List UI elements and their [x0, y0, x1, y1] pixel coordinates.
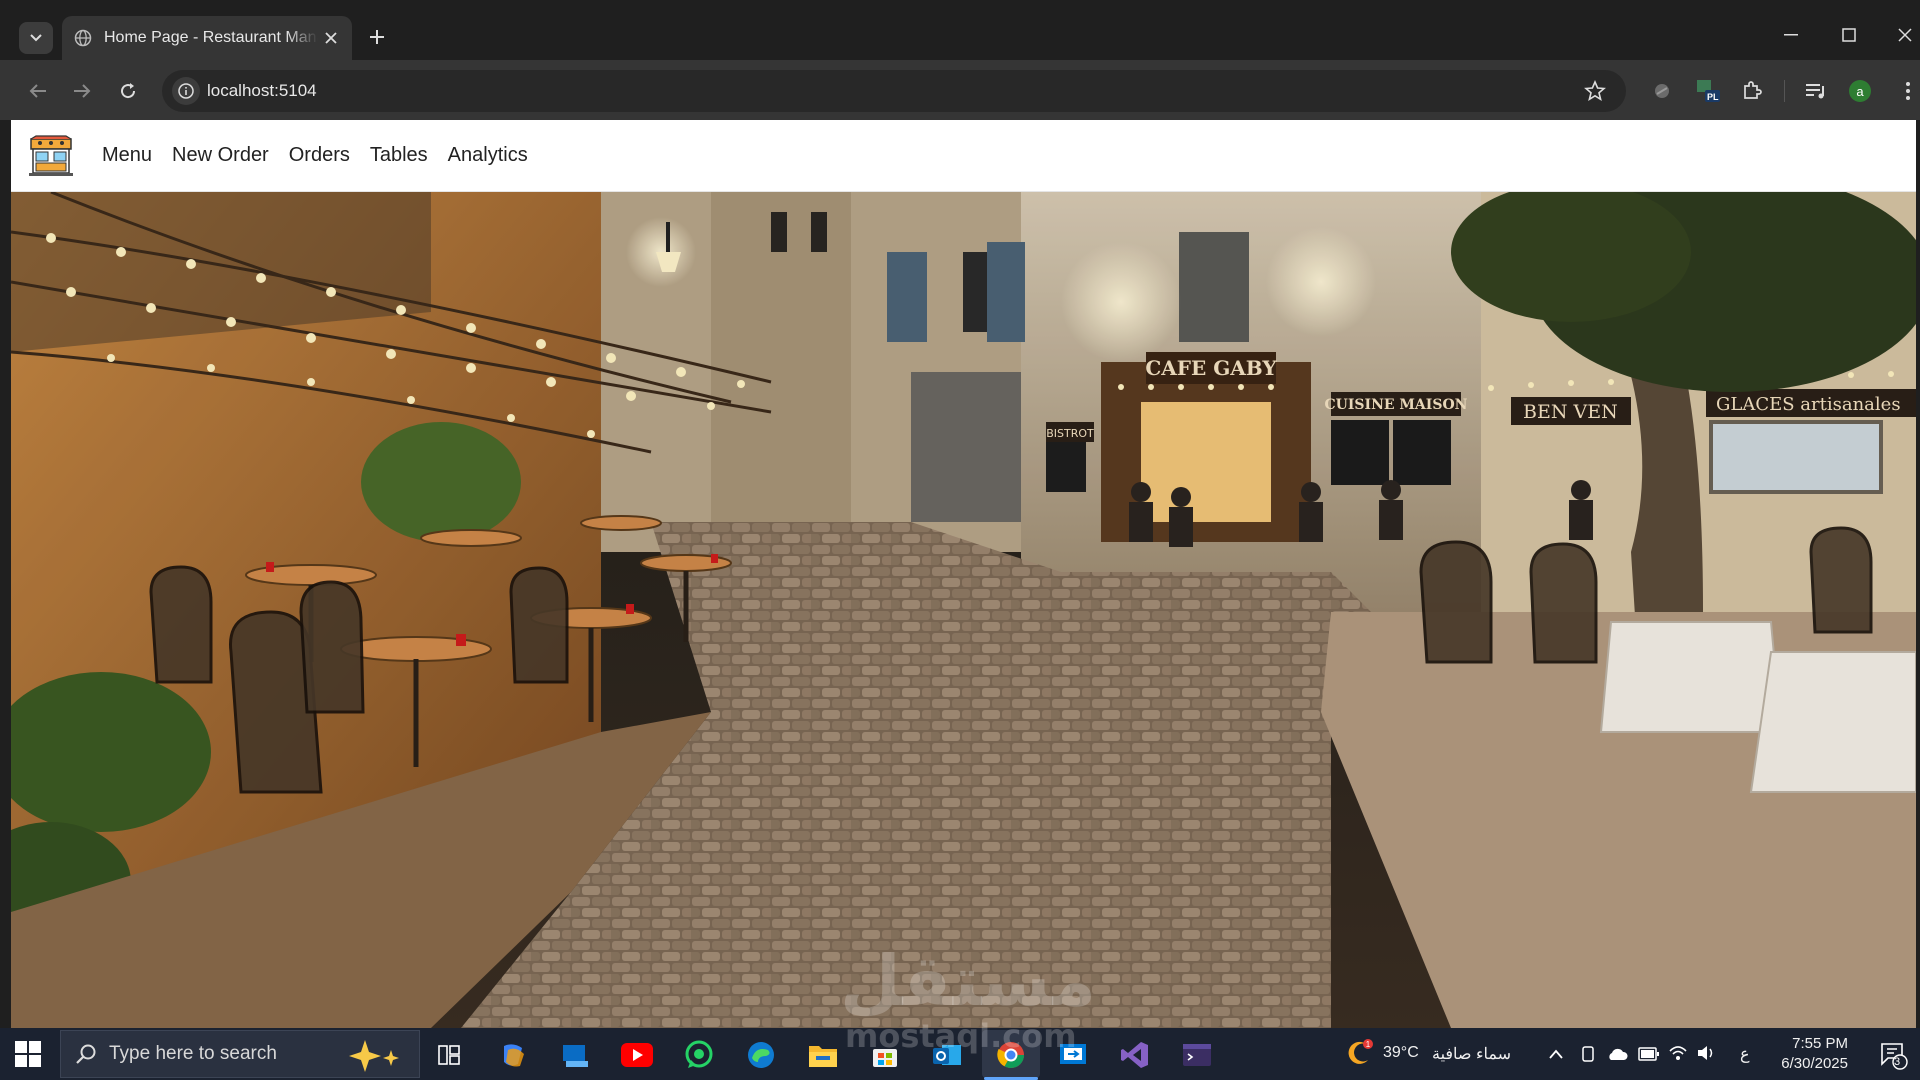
- chevron-up-icon[interactable]: [1548, 1048, 1564, 1060]
- globe-icon: [74, 29, 92, 47]
- weather-moon-icon[interactable]: 1: [1346, 1038, 1374, 1066]
- tab-title: Home Page - Restaurant Management: [104, 29, 318, 46]
- minimize-icon: [1784, 34, 1798, 36]
- back-button[interactable]: [22, 75, 54, 107]
- address-bar[interactable]: localhost:5104: [162, 70, 1626, 112]
- reload-button[interactable]: [112, 75, 144, 107]
- visual-studio-icon[interactable]: [1118, 1038, 1152, 1072]
- chevron-down-icon: [30, 34, 42, 42]
- nav-link-new-order[interactable]: New Order: [172, 144, 269, 167]
- whatsapp-app-icon[interactable]: [682, 1038, 716, 1072]
- nav-link-orders[interactable]: Orders: [289, 144, 350, 167]
- microsoft-store-icon[interactable]: [868, 1038, 902, 1072]
- browser-tabstrip: Home Page - Restaurant Management: [0, 0, 1920, 60]
- outlook-app-icon[interactable]: [930, 1038, 964, 1072]
- media-control-icon[interactable]: [1803, 78, 1829, 104]
- site-navbar: Menu New Order Orders Tables Analytics: [11, 120, 1916, 192]
- copilot-sparkle-icon: [349, 1040, 399, 1072]
- nav-link-menu[interactable]: Menu: [102, 144, 152, 167]
- extensions-puzzle-icon[interactable]: [1739, 78, 1765, 104]
- browser-menu-icon[interactable]: [1895, 78, 1920, 104]
- browser-toolbar: localhost:5104 PL a: [0, 60, 1920, 120]
- youtube-app-icon[interactable]: [620, 1038, 654, 1072]
- chrome-app-icon[interactable]: [984, 1038, 1038, 1080]
- terminal-app-icon[interactable]: [1180, 1038, 1214, 1072]
- browser-tab-active[interactable]: Home Page - Restaurant Management: [62, 16, 352, 60]
- battery-icon[interactable]: [1638, 1047, 1660, 1061]
- copilot-app-icon[interactable]: [496, 1038, 530, 1072]
- maximize-button[interactable]: [1834, 20, 1864, 50]
- device-icon[interactable]: [1580, 1045, 1596, 1063]
- taskbar-search-box[interactable]: Type here to search: [60, 1030, 420, 1078]
- weather-temperature[interactable]: 39°C: [1383, 1044, 1419, 1062]
- nav-link-tables[interactable]: Tables: [370, 144, 428, 167]
- svg-text:PL: PL: [1707, 92, 1719, 102]
- system-clock[interactable]: 7:55 PM 6/30/2025: [1781, 1034, 1848, 1074]
- toolbar-divider: [1784, 80, 1785, 102]
- extension-pl-icon[interactable]: PL: [1695, 78, 1721, 104]
- address-url[interactable]: localhost:5104: [207, 81, 317, 101]
- new-tab-button[interactable]: [364, 24, 390, 50]
- search-icon: [76, 1044, 96, 1064]
- notification-count-badge: 3: [1893, 1056, 1901, 1068]
- input-language-indicator[interactable]: ع: [1740, 1044, 1750, 1064]
- remote-desktop-icon[interactable]: [1056, 1038, 1090, 1072]
- close-window-button[interactable]: [1890, 20, 1920, 50]
- bookmark-star-icon[interactable]: [1584, 80, 1606, 102]
- close-icon: [1898, 28, 1912, 42]
- edge-app-icon[interactable]: [744, 1038, 778, 1072]
- tab-close-icon[interactable]: [322, 29, 340, 47]
- reload-icon: [121, 83, 136, 99]
- forward-button[interactable]: [66, 75, 98, 107]
- arrow-left-icon: [29, 84, 46, 98]
- clock-date: 6/30/2025: [1781, 1055, 1848, 1072]
- tab-search-button[interactable]: [19, 22, 53, 54]
- task-view-icon[interactable]: [432, 1038, 466, 1072]
- file-explorer-icon[interactable]: [806, 1038, 840, 1072]
- nav-link-analytics[interactable]: Analytics: [448, 144, 528, 167]
- search-placeholder: Type here to search: [109, 1043, 277, 1064]
- plus-icon: [370, 30, 384, 44]
- svg-text:1: 1: [1366, 1040, 1371, 1049]
- site-info-icon[interactable]: [172, 77, 200, 105]
- maximize-icon: [1842, 28, 1856, 42]
- file-transfer-app-icon[interactable]: [558, 1038, 592, 1072]
- restaurant-logo-icon[interactable]: [28, 134, 74, 177]
- cafe-street-scene: CAFE GABY BISTROT CUISINE MAISON BEN VEN…: [11, 192, 1916, 1028]
- clock-time: 7:55 PM: [1792, 1035, 1848, 1052]
- onedrive-cloud-icon[interactable]: [1606, 1046, 1628, 1062]
- profile-initial: a: [1856, 83, 1864, 99]
- wifi-icon[interactable]: [1668, 1044, 1688, 1062]
- windows-start-icon[interactable]: [14, 1040, 42, 1068]
- volume-icon[interactable]: [1696, 1044, 1716, 1062]
- windows-taskbar: Type here to search 1 39°C سماء صافية ع …: [0, 1028, 1920, 1080]
- hero-image: CAFE GABY BISTROT CUISINE MAISON BEN VEN…: [11, 192, 1916, 1028]
- profile-avatar[interactable]: a: [1849, 80, 1871, 102]
- extension-shield-icon[interactable]: [1649, 78, 1675, 104]
- arrow-right-icon: [74, 84, 91, 98]
- weather-condition[interactable]: سماء صافية: [1432, 1044, 1511, 1064]
- web-page: Menu New Order Orders Tables Analytics C…: [11, 120, 1916, 1028]
- minimize-button[interactable]: [1776, 20, 1806, 50]
